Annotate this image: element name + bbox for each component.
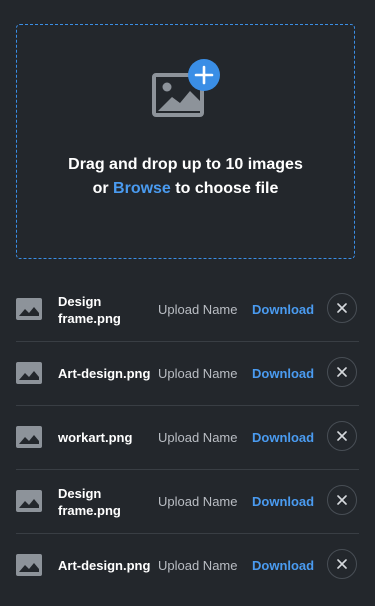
upload-name-label: Upload Name [158,558,238,573]
download-link[interactable]: Download [252,534,314,597]
close-icon [337,367,347,377]
image-file-icon [16,490,42,512]
image-dropzone[interactable]: Drag and drop up to 10 images or Browse … [16,24,355,259]
file-row: Design frame.png Upload Name Download [16,278,359,342]
upload-name-label: Upload Name [158,366,238,381]
remove-file-button[interactable] [327,357,357,387]
file-row: workart.png Upload Name Download [16,406,359,470]
download-link[interactable]: Download [252,406,314,469]
download-link[interactable]: Download [252,278,314,341]
remove-file-button[interactable] [327,485,357,515]
file-name: Art-design.png [58,558,151,573]
browse-link[interactable]: Browse [113,180,171,197]
close-icon [337,431,347,441]
image-file-icon [16,426,42,448]
file-row: Design frame.png Upload Name Download [16,470,359,534]
remove-file-button[interactable] [327,293,357,323]
file-row: Art-design.png Upload Name Download [16,342,359,406]
remove-file-button[interactable] [327,421,357,451]
file-name: Design frame.png [58,293,121,326]
close-icon [337,495,347,505]
image-add-icon [152,59,220,117]
dropzone-instructions: Drag and drop up to 10 images or Browse … [17,153,354,201]
image-file-icon [16,298,42,320]
file-name: Art-design.png [58,366,151,381]
close-icon [337,559,347,569]
remove-file-button[interactable] [327,549,357,579]
download-link[interactable]: Download [252,342,314,405]
dropzone-line-1: Drag and drop up to 10 images [68,156,303,173]
file-name: workart.png [58,430,133,445]
close-icon [337,303,347,313]
image-file-icon [16,554,42,576]
upload-name-label: Upload Name [158,430,238,445]
file-row: Art-design.png Upload Name Download [16,534,359,598]
dropzone-suffix: to choose file [170,180,279,197]
uploaded-file-list: Design frame.png Upload Name Download Ar… [0,278,375,598]
upload-name-label: Upload Name [158,302,238,317]
file-name: Design frame.png [58,485,121,518]
upload-name-label: Upload Name [158,494,238,509]
dropzone-line-2: or Browse to choose file [17,177,354,201]
download-link[interactable]: Download [252,470,314,533]
image-file-icon [16,362,42,384]
dropzone-prefix: or [92,180,114,197]
